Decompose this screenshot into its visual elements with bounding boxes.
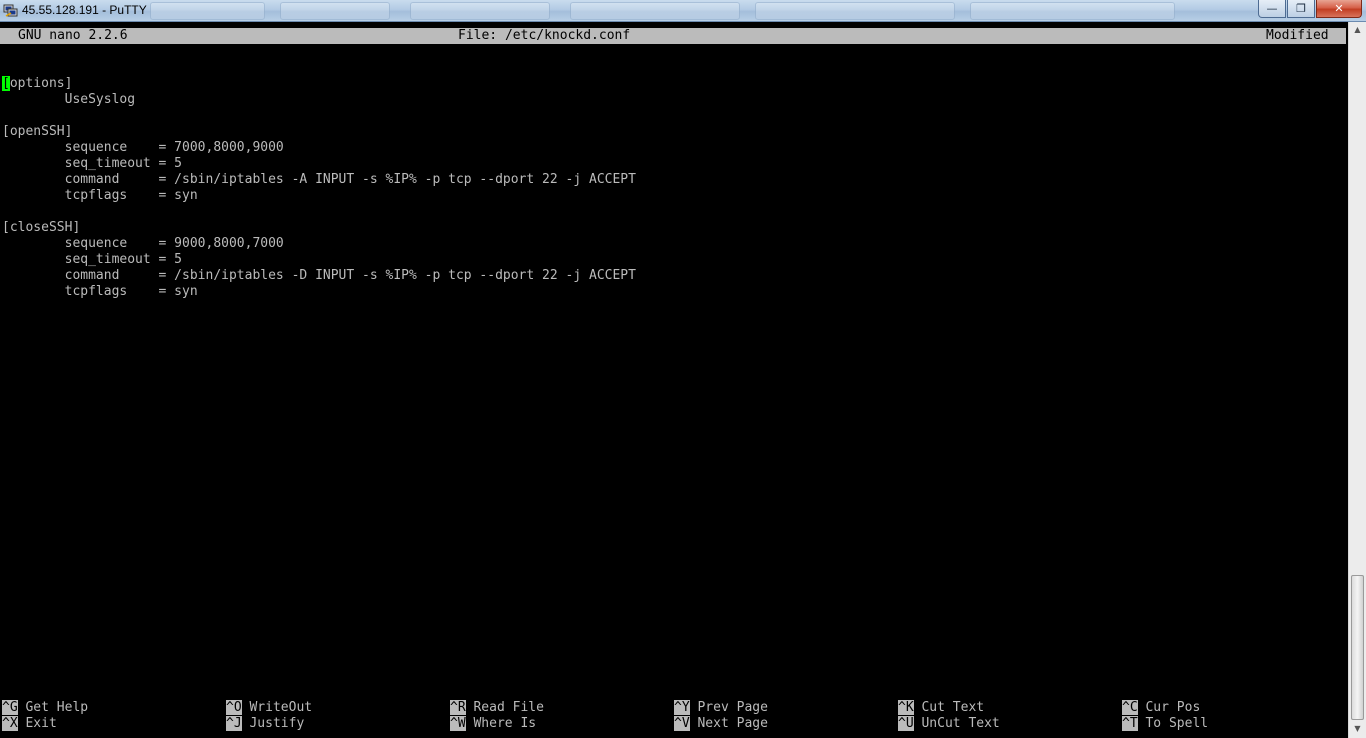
editor-line: tcpflags = syn bbox=[2, 284, 198, 299]
nano-status: Modified bbox=[1266, 28, 1329, 43]
nano-version: GNU nano 2.2.6 bbox=[18, 28, 128, 43]
nano-header-bar: GNU nano 2.2.6 File: /etc/knockd.conf Mo… bbox=[0, 28, 1346, 44]
shortcut-where-is[interactable]: ^W Where Is bbox=[450, 716, 536, 732]
shortcut-cut-text[interactable]: ^K Cut Text bbox=[898, 700, 984, 716]
scrollbar-thumb[interactable] bbox=[1351, 575, 1364, 720]
editor-line: command = /sbin/iptables -A INPUT -s %IP… bbox=[2, 172, 636, 187]
editor-line: sequence = 9000,8000,7000 bbox=[2, 236, 284, 251]
close-button[interactable]: ✕ bbox=[1316, 0, 1362, 18]
background-taskbar-tabs bbox=[150, 2, 1182, 20]
scroll-down-arrow-icon[interactable]: ▼ bbox=[1349, 721, 1366, 737]
editor-line: [closeSSH] bbox=[2, 220, 81, 235]
shortcut-uncut-text[interactable]: ^U UnCut Text bbox=[898, 716, 1000, 732]
putty-icon bbox=[3, 4, 18, 17]
editor-line: seq_timeout = 5 bbox=[2, 252, 183, 267]
shortcut-justify[interactable]: ^J Justify bbox=[226, 716, 304, 732]
shortcut-exit[interactable]: ^X Exit bbox=[2, 716, 57, 732]
shortcut-read-file[interactable]: ^R Read File bbox=[450, 700, 544, 716]
shortcut-cur-pos[interactable]: ^C Cur Pos bbox=[1122, 700, 1200, 716]
vertical-scrollbar[interactable]: ▲ ▼ bbox=[1348, 22, 1366, 738]
window-title: 45.55.128.191 - PuTTY bbox=[22, 3, 147, 17]
window-title-bar[interactable]: 45.55.128.191 - PuTTY — ❐ ✕ bbox=[0, 0, 1366, 22]
editor-line: [options] bbox=[2, 76, 73, 91]
editor-line: [openSSH] bbox=[2, 124, 73, 139]
shortcut-to-spell[interactable]: ^T To Spell bbox=[1122, 716, 1208, 732]
terminal-area[interactable]: GNU nano 2.2.6 File: /etc/knockd.conf Mo… bbox=[0, 22, 1348, 738]
editor-line: seq_timeout = 5 bbox=[2, 156, 183, 171]
shortcut-writeout[interactable]: ^O WriteOut bbox=[226, 700, 312, 716]
nano-filename: File: /etc/knockd.conf bbox=[458, 28, 631, 43]
editor-line: command = /sbin/iptables -D INPUT -s %IP… bbox=[2, 268, 636, 283]
scroll-up-arrow-icon[interactable]: ▲ bbox=[1349, 22, 1366, 38]
shortcut-next-page[interactable]: ^V Next Page bbox=[674, 716, 768, 732]
maximize-button[interactable]: ❐ bbox=[1287, 0, 1315, 18]
window-controls: — ❐ ✕ bbox=[1258, 0, 1362, 18]
shortcut-get-help[interactable]: ^G Get Help bbox=[2, 700, 88, 716]
shortcut-prev-page[interactable]: ^Y Prev Page bbox=[674, 700, 768, 716]
minimize-button[interactable]: — bbox=[1258, 0, 1286, 18]
editor-line: tcpflags = syn bbox=[2, 188, 198, 203]
editor-line: sequence = 7000,8000,9000 bbox=[2, 140, 284, 155]
text-cursor: [ bbox=[2, 76, 10, 91]
editor-line: UseSyslog bbox=[2, 92, 136, 107]
